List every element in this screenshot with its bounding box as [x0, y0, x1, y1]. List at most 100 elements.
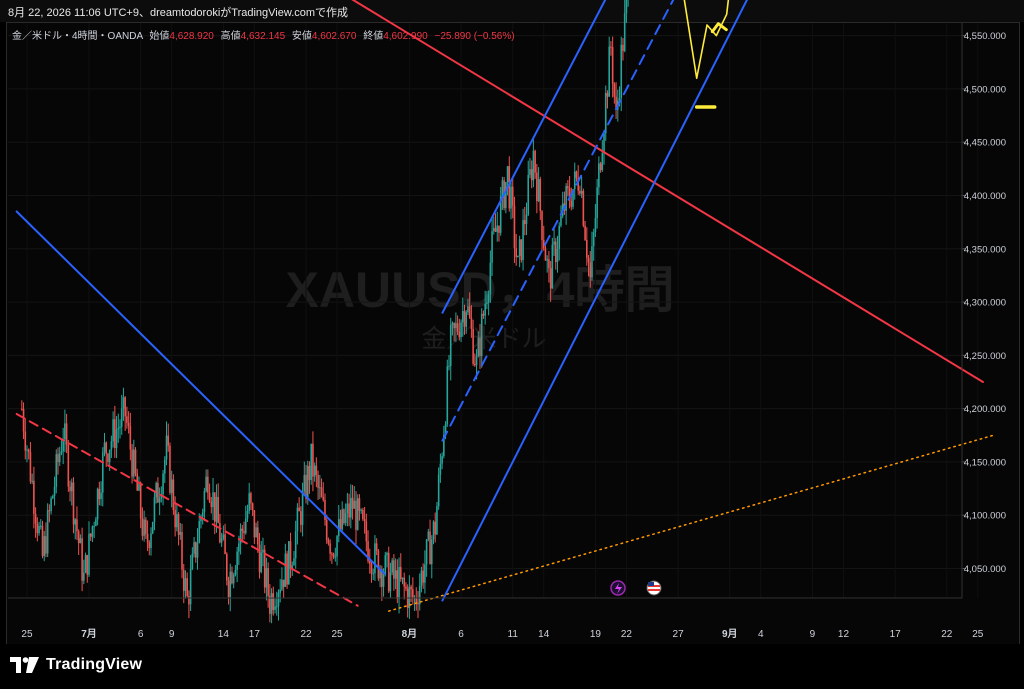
- price-tick-label: 4,050.000: [964, 564, 1006, 575]
- candle-body: [189, 568, 192, 605]
- legend-open-value: 4,628.920: [169, 31, 214, 42]
- candle-body: [34, 513, 37, 524]
- candle-body: [21, 408, 23, 410]
- candle-body: [513, 205, 516, 249]
- candle-body: [313, 465, 316, 477]
- candle-body: [425, 539, 428, 565]
- candle-body: [399, 567, 402, 580]
- candle-body: [467, 306, 469, 313]
- candle-body: [222, 534, 225, 539]
- candle-body: [91, 526, 94, 537]
- candle-body: [336, 536, 338, 557]
- candle-body: [284, 553, 287, 587]
- candle-body: [377, 550, 380, 579]
- candle-body: [393, 560, 395, 579]
- candle-body: [191, 553, 194, 569]
- candle-body: [174, 510, 176, 528]
- watermark-name: 金／米ドル: [421, 325, 546, 353]
- time-tick-label: 7月: [81, 628, 97, 640]
- candle-body: [412, 589, 414, 599]
- candle-body: [579, 190, 581, 194]
- time-tick-label: 6: [458, 629, 464, 640]
- price-tick-label: 4,400.000: [964, 191, 1006, 202]
- candle-body: [64, 423, 66, 440]
- time-tick-label: 9月: [722, 628, 738, 640]
- candle-body: [525, 214, 528, 225]
- candle-body: [50, 498, 52, 512]
- candle-body: [594, 218, 597, 233]
- candle-body: [489, 262, 492, 295]
- candle-body: [279, 589, 281, 593]
- candle-body: [100, 492, 102, 500]
- candle-body: [622, 44, 624, 51]
- time-axis[interactable]: 25 7月 6 9 14 17 22 25 8月 6 11 14 19 22 27 9月 4 9 12 17 22 25: [8, 597, 984, 640]
- candle-body: [350, 497, 352, 518]
- candle-body: [317, 474, 319, 488]
- time-tick-label: 4: [758, 629, 764, 640]
- time-tick-label: 27: [673, 629, 685, 640]
- time-tick-label: 17: [249, 629, 261, 640]
- candle-body: [439, 463, 442, 475]
- candle-body: [31, 480, 33, 482]
- candle-body: [498, 225, 500, 233]
- candle-body: [475, 356, 478, 366]
- candle-body: [386, 552, 388, 556]
- channel-middle-dashed-line[interactable]: [441, 0, 869, 442]
- candle-body: [344, 513, 347, 524]
- candle-body: [598, 163, 600, 188]
- candle-body: [101, 452, 104, 493]
- candle-body: [496, 225, 499, 232]
- candle-body: [586, 240, 588, 258]
- candle-body: [289, 541, 292, 569]
- candle-body: [196, 542, 199, 558]
- candle-body: [449, 324, 452, 366]
- candle-body: [463, 311, 466, 327]
- candle-body: [294, 531, 297, 559]
- candle-body: [382, 574, 385, 587]
- legend-close-value: 4,602.990: [383, 31, 428, 42]
- candle-body: [81, 538, 83, 581]
- price-tick-label: 4,100.000: [964, 511, 1006, 522]
- candle-body: [584, 225, 586, 241]
- candle-body: [226, 554, 228, 581]
- candle-body: [530, 169, 533, 181]
- candle-body: [88, 533, 90, 575]
- candle-body: [179, 532, 182, 535]
- candle-body: [432, 521, 435, 540]
- scenario-path[interactable]: [630, 0, 759, 80]
- candle-body: [456, 323, 459, 332]
- candle-body: [374, 543, 376, 574]
- candle-body: [286, 553, 288, 585]
- candle-body: [511, 186, 514, 206]
- tradingview-brand[interactable]: TradingView: [10, 656, 142, 674]
- candle-body: [570, 200, 573, 207]
- candle-body: [150, 533, 152, 549]
- candle-body: [267, 568, 269, 596]
- price-chart[interactable]: XAUUSD，4時間 金／米ドル 4,550.000 4,500.000 4,450…: [0, 0, 1024, 644]
- candle-body: [329, 543, 331, 554]
- candle-body: [243, 530, 245, 534]
- candle-body: [188, 596, 190, 605]
- price-axis[interactable]: 4,550.000 4,500.000 4,450.000 4,400.000 4,35…: [961, 0, 1016, 598]
- legend-instrument[interactable]: 金／米ドル・4時間・OANDA: [12, 31, 143, 42]
- candle-body: [448, 365, 450, 367]
- candle-body: [281, 579, 283, 590]
- candle-body: [554, 241, 557, 263]
- candle-body: [610, 46, 612, 48]
- candle-body: [387, 552, 390, 592]
- candle-body: [301, 491, 304, 525]
- candle-body: [86, 555, 89, 575]
- candle-body: [227, 580, 230, 598]
- candle-body: [355, 500, 357, 530]
- candle-body: [434, 521, 437, 535]
- candle-body: [558, 225, 561, 249]
- event-markers[interactable]: [610, 580, 662, 596]
- candle-body: [343, 509, 345, 524]
- legend-open-label: 始値: [149, 31, 170, 42]
- candle-body: [193, 542, 195, 554]
- price-tick-label: 4,250.000: [964, 351, 1006, 362]
- candle-body: [29, 452, 32, 482]
- candle-body: [207, 476, 209, 493]
- candle-body: [560, 216, 562, 226]
- candle-body: [77, 531, 80, 544]
